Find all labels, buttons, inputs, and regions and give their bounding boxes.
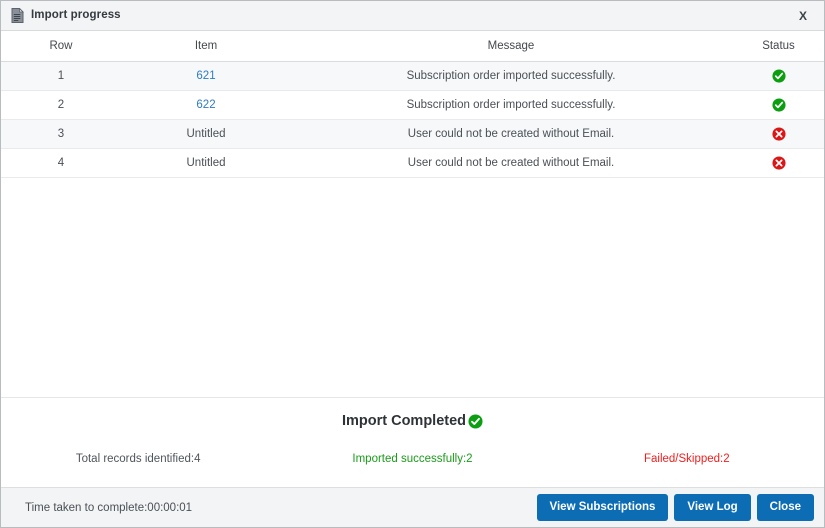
table-body: 1 621 Subscription order imported successf… — [1, 61, 824, 178]
cell-status — [731, 90, 824, 120]
summary-title-row: Import Completed — [1, 414, 824, 429]
import-results-table: Row Item Message Status 1 621 Subscription… — [1, 31, 824, 178]
close-button[interactable]: Close — [756, 494, 814, 521]
dialog-footer: Time taken to complete:00:00:01 View Sub… — [1, 487, 824, 527]
column-header-item: Item — [121, 31, 291, 62]
cell-status — [731, 119, 824, 149]
success-check-icon — [468, 414, 483, 429]
cell-message: User could not be created without Email. — [291, 119, 731, 149]
table-row: 1 621 Subscription order imported successf… — [1, 61, 824, 91]
cell-item: Untitled — [121, 119, 291, 149]
stat-imported-successfully: Imported successfully:2 — [352, 453, 473, 465]
titlebar-left-group: Import progress — [11, 8, 121, 23]
item-link[interactable]: 621 — [196, 70, 215, 82]
cell-message: Subscription order imported successfully… — [291, 90, 731, 120]
dialog-titlebar: Import progress X — [1, 1, 824, 31]
cell-row-number: 1 — [1, 61, 121, 91]
import-summary: Import Completed Total records identifie… — [1, 397, 824, 487]
success-check-icon — [771, 69, 786, 83]
column-header-row: Row — [1, 31, 121, 62]
table-empty-space — [1, 178, 824, 397]
error-x-icon — [771, 127, 786, 141]
table-row: 3 Untitled User could not be created witho… — [1, 119, 824, 149]
results-table-region: Row Item Message Status 1 621 Subscription… — [1, 31, 824, 397]
import-progress-dialog: Import progress X Row Item Message Statu… — [0, 0, 825, 528]
cell-message: Subscription order imported successfully… — [291, 61, 731, 91]
summary-stats: Total records identified:4 Imported succ… — [1, 453, 824, 465]
error-x-icon — [771, 156, 786, 170]
time-taken-label: Time taken to complete:00:00:01 — [25, 501, 193, 514]
cell-row-number: 3 — [1, 119, 121, 149]
table-row: 2 622 Subscription order imported successf… — [1, 90, 824, 120]
cell-item: 621 — [121, 61, 291, 91]
cell-row-number: 4 — [1, 148, 121, 178]
cell-row-number: 2 — [1, 90, 121, 120]
cell-status — [731, 61, 824, 91]
cell-status — [731, 148, 824, 178]
table-header-row: Row Item Message Status — [1, 31, 824, 62]
item-text: Untitled — [186, 128, 226, 140]
dialog-title: Import progress — [31, 8, 121, 21]
view-log-button[interactable]: View Log — [674, 494, 751, 521]
cell-message: User could not be created without Email. — [291, 148, 731, 178]
table-header: Row Item Message Status — [1, 31, 824, 62]
cell-item: Untitled — [121, 148, 291, 178]
table-row: 4 Untitled User could not be created witho… — [1, 148, 824, 178]
cell-item: 622 — [121, 90, 291, 120]
stat-failed-skipped: Failed/Skipped:2 — [643, 453, 730, 465]
success-check-icon — [771, 98, 786, 112]
column-header-status: Status — [731, 31, 824, 62]
stat-total-records: Total records identified:4 — [75, 453, 201, 465]
summary-title-text: Import Completed — [341, 413, 467, 430]
footer-button-group: View Subscriptions View Log Close — [536, 494, 814, 521]
item-link[interactable]: 622 — [196, 99, 215, 111]
view-subscriptions-button[interactable]: View Subscriptions — [536, 494, 669, 521]
document-icon — [11, 8, 24, 23]
close-icon[interactable]: X — [794, 7, 812, 25]
column-header-message: Message — [291, 31, 731, 62]
item-text: Untitled — [186, 157, 226, 169]
